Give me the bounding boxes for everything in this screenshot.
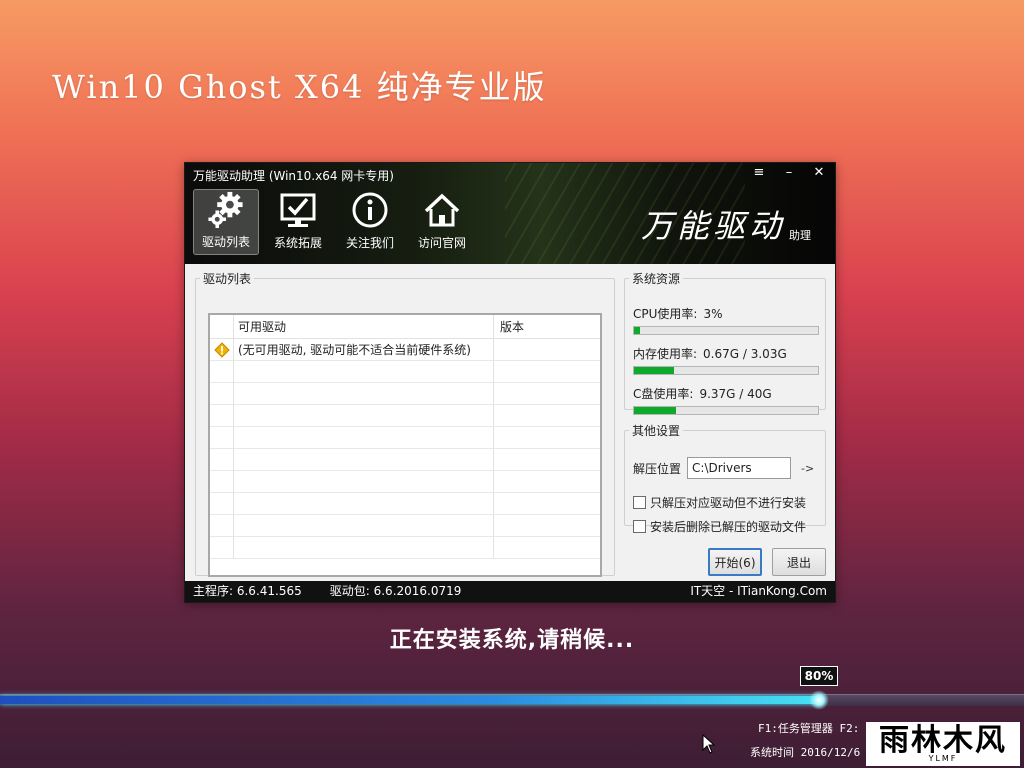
delete-after-label: 安装后删除已解压的驱动文件 (650, 520, 807, 534)
list-item (210, 493, 600, 515)
driver-list[interactable]: 可用驱动 版本 (无可用驱动, 驱动可能不适合当前硬件系统) (208, 313, 602, 577)
app-header: 万能驱动助理 (Win10.x64 网卡专用) ≡ – ✕ 驱动列表 系统拓展 … (185, 163, 835, 264)
tab-follow-us[interactable]: 关注我们 (337, 189, 403, 255)
site-link[interactable]: IT天空 - ITianKong.Com (690, 581, 827, 602)
memory-usage-bar (633, 366, 819, 375)
main-program-version: 主程序: 6.6.41.565 (193, 584, 302, 598)
install-progress-bar (0, 690, 1024, 710)
memory-usage-value: 0.67G / 3.03G (703, 347, 787, 361)
memory-usage-fill (634, 367, 675, 374)
os-title: Win10 Ghost X64 纯净专业版 (52, 68, 547, 106)
driver-list-group: 驱动列表 可用驱动 版本 (无可用驱动, 驱动可能不适合当前硬件系统) (195, 270, 615, 577)
list-item (210, 537, 600, 559)
list-item (210, 405, 600, 427)
install-progress-fill (0, 696, 819, 704)
other-settings-title: 其他设置 (632, 424, 681, 438)
mouse-cursor-icon (702, 734, 716, 754)
ylmf-logo: 雨林木风 YLMF (866, 722, 1020, 766)
other-settings-group: 其他设置 解压位置 -> 只解压对应驱动但不进行安装 安装后删除已解压的驱动文件 (624, 422, 826, 534)
option-unzip-only[interactable]: 只解压对应驱动但不进行安装 (633, 494, 806, 511)
window-title: 万能驱动助理 (Win10.x64 网卡专用) (193, 169, 394, 183)
table-row[interactable]: (无可用驱动, 驱动可能不适合当前硬件系统) (210, 339, 600, 361)
list-item (210, 471, 600, 493)
menu-icon[interactable]: ≡ (751, 165, 767, 180)
start-button[interactable]: 开始(6) (708, 548, 762, 576)
tab-visit-website[interactable]: 访问官网 (409, 189, 475, 255)
delete-after-checkbox[interactable] (633, 520, 646, 533)
unzip-path-input[interactable] (687, 457, 792, 479)
brand-sub: 助理 (789, 229, 811, 242)
hotkey-hint: F1:任务管理器 F2: (758, 722, 860, 735)
list-item (210, 515, 600, 537)
system-time: 系统时间 2016/12/6 2 (750, 746, 868, 759)
disk-usage: C盘使用率: 9.37G / 40G (633, 385, 819, 415)
unzip-location-label: 解压位置 (633, 461, 682, 476)
option-delete-after[interactable]: 安装后删除已解压的驱动文件 (633, 518, 806, 535)
system-resources-group: 系统资源 CPU使用率: 3% 内存使用率: 0.67G / 3.03G C盘使用率… (624, 270, 826, 415)
window-controls: ≡ – ✕ (751, 165, 827, 180)
unzip-only-label: 只解压对应驱动但不进行安装 (650, 496, 807, 510)
driver-list-title: 驱动列表 (203, 272, 252, 286)
driver-list-header: 可用驱动 版本 (210, 315, 600, 339)
cpu-usage: CPU使用率: 3% (633, 305, 819, 335)
monitor-check-icon (280, 193, 316, 227)
cpu-usage-value: 3% (703, 307, 723, 321)
info-icon (352, 192, 388, 228)
app-body: 驱动列表 可用驱动 版本 (无可用驱动, 驱动可能不适合当前硬件系统) 系统资源… (185, 264, 835, 582)
progress-percent-label: 80% (800, 666, 838, 686)
driver-version (494, 339, 600, 360)
list-item (210, 361, 600, 383)
minimize-icon[interactable]: – (781, 165, 797, 180)
list-item (210, 427, 600, 449)
driver-assistant-window: 万能驱动助理 (Win10.x64 网卡专用) ≡ – ✕ 驱动列表 系统拓展 … (184, 162, 836, 603)
warning-icon (213, 341, 230, 358)
disk-usage-label: C盘使用率: (633, 387, 694, 401)
home-icon (424, 193, 460, 227)
disk-usage-bar (633, 406, 819, 415)
logo-subtext: YLMF (928, 753, 958, 763)
system-resources-title: 系统资源 (632, 272, 681, 286)
cpu-usage-label: CPU使用率: (633, 307, 698, 321)
gear-icon (208, 191, 243, 229)
installing-message: 正在安装系统,请稍候... (389, 628, 635, 653)
browse-arrow-button[interactable]: -> (801, 462, 814, 475)
brand-main: 万能驱动 (640, 207, 785, 245)
memory-usage: 内存使用率: 0.67G / 3.03G (633, 345, 819, 375)
brand-logo: 万能驱动 助理 (641, 201, 811, 247)
progress-glow (809, 690, 829, 710)
column-version[interactable]: 版本 (494, 315, 600, 338)
column-available-driver[interactable]: 可用驱动 (234, 315, 494, 338)
exit-button[interactable]: 退出 (772, 548, 826, 576)
cpu-usage-bar (633, 326, 819, 335)
status-bar: 主程序: 6.6.41.565 驱动包: 6.6.2016.0719 IT天空 … (185, 581, 835, 602)
disk-usage-fill (634, 407, 677, 414)
logo-text: 雨林木风 (879, 722, 1007, 758)
main-toolbar: 驱动列表 系统拓展 关注我们 访问官网 (193, 189, 475, 255)
memory-usage-label: 内存使用率: (633, 347, 698, 361)
close-icon[interactable]: ✕ (811, 165, 827, 180)
tab-system-extend[interactable]: 系统拓展 (265, 189, 331, 255)
tab-driver-list[interactable]: 驱动列表 (193, 189, 259, 255)
driver-pack-version: 驱动包: 6.6.2016.0719 (329, 584, 462, 598)
driver-name: (无可用驱动, 驱动可能不适合当前硬件系统) (234, 339, 494, 360)
disk-usage-value: 9.37G / 40G (699, 387, 772, 401)
unzip-location-row: 解压位置 -> (633, 457, 821, 479)
cpu-usage-fill (634, 327, 640, 334)
list-item (210, 449, 600, 471)
unzip-only-checkbox[interactable] (633, 496, 646, 509)
list-item (210, 383, 600, 405)
